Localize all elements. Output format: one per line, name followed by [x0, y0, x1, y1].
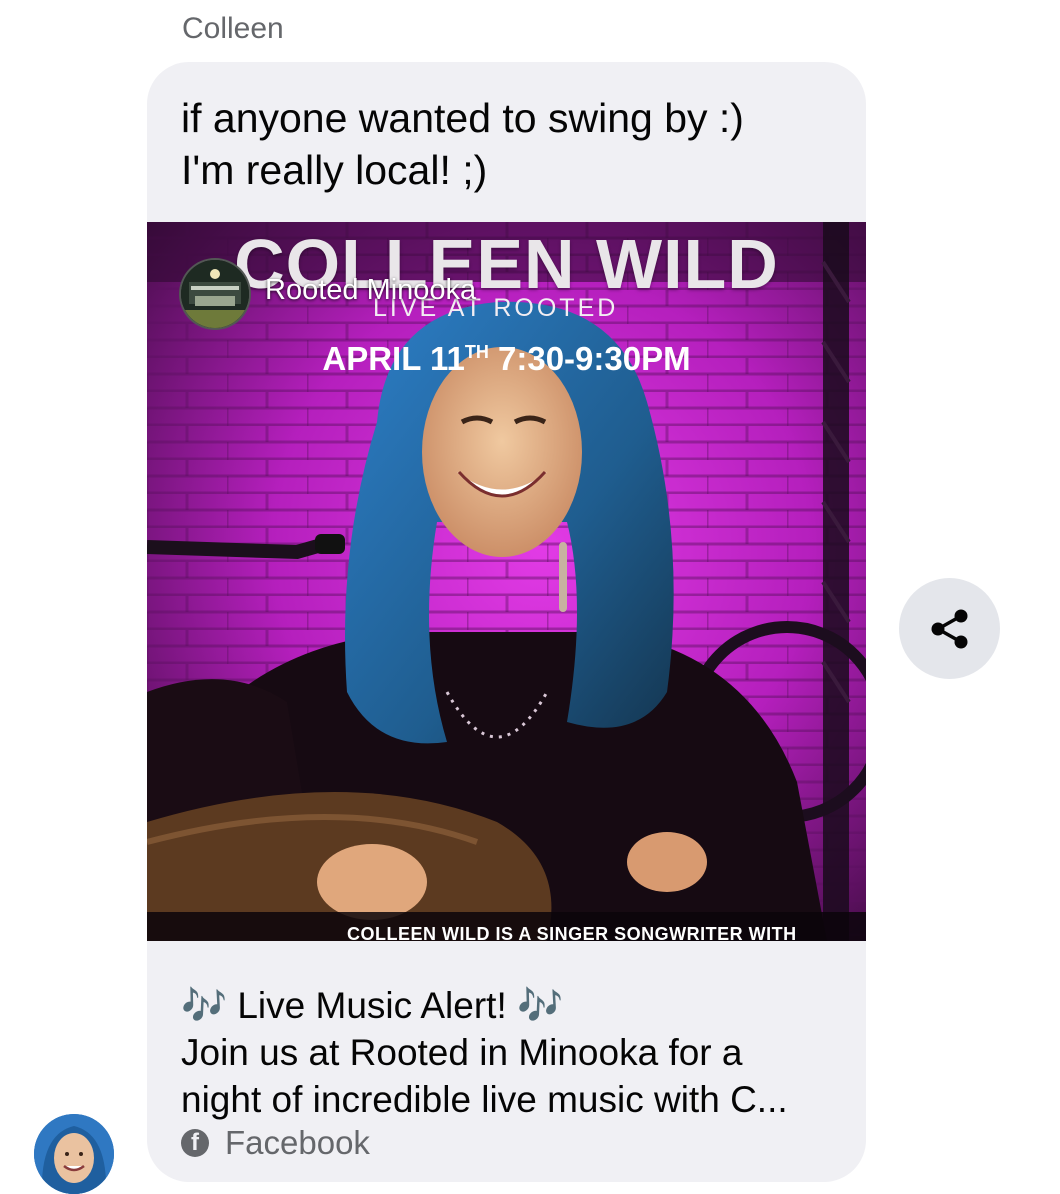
poster-caption-strip: COLLEEN WILD IS A SINGER SONGWRITER WITH [347, 924, 797, 941]
avatar-photo [34, 1114, 114, 1194]
poster-date: APRIL 11TH 7:30-9:30PM [147, 340, 866, 378]
page-name[interactable]: Rooted Minooka [265, 274, 476, 307]
post-source[interactable]: f Facebook [181, 1124, 370, 1162]
message-line: if anyone wanted to swing by :) [181, 95, 744, 141]
source-label: Facebook [225, 1124, 370, 1161]
share-icon [931, 609, 967, 648]
caption-line: Join us at Rooted in Minooka for a [181, 1032, 743, 1073]
share-button[interactable] [899, 578, 1000, 679]
sender-avatar[interactable] [34, 1114, 114, 1194]
caption-line: night of incredible live music with C... [181, 1079, 788, 1120]
poster-title: COLLEEN WILD [234, 225, 779, 303]
concert-photo [147, 222, 866, 941]
message-text: if anyone wanted to swing by :) I'm real… [181, 92, 861, 196]
post-caption[interactable]: 🎶 Live Music Alert! 🎶 Join us at Rooted … [181, 982, 841, 1123]
facebook-icon: f [181, 1129, 209, 1157]
event-time: 7:30-9:30PM [488, 340, 691, 377]
caption-line: 🎶 Live Music Alert! 🎶 [181, 985, 564, 1026]
venue-logo-image [181, 260, 249, 328]
message-line: I'm really local! ;) [181, 147, 488, 193]
shared-post-image[interactable]: COLLEEN WILD LIVE AT ROOTED Rooted Minoo… [147, 222, 866, 941]
date-prefix: APRIL 11 [322, 340, 465, 377]
date-suffix: TH [464, 342, 489, 362]
message-bubble[interactable]: if anyone wanted to swing by :) I'm real… [147, 62, 866, 1182]
page-avatar[interactable] [179, 258, 251, 330]
sender-name: Colleen [182, 12, 284, 45]
